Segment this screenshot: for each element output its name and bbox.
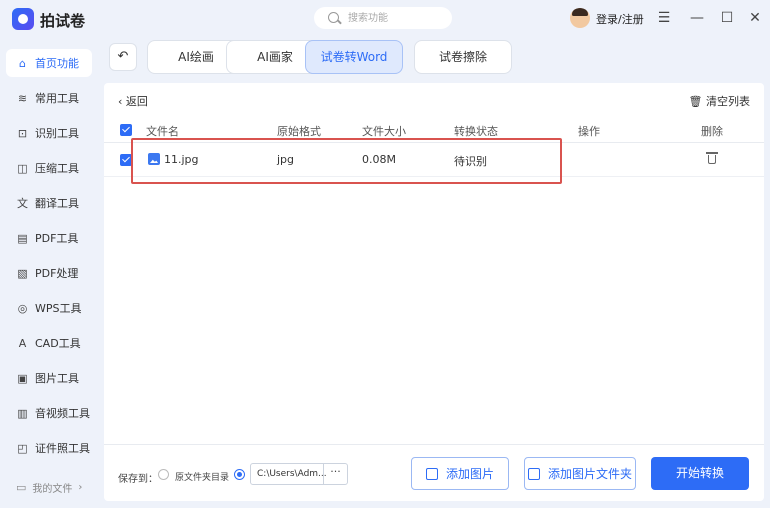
scan-icon: ⊡ <box>17 126 28 140</box>
search-input[interactable] <box>348 10 446 26</box>
sidebar-item-cad-tools[interactable]: A CAD工具 <box>6 329 92 357</box>
sidebar-item-label: 证件照工具 <box>35 442 90 455</box>
translate-icon: 文 <box>17 196 28 210</box>
sidebar-item-pdf-process[interactable]: ▧ PDF处理 <box>6 259 92 287</box>
sidebar-item-id-photo-tools[interactable]: ◰ 证件照工具 <box>6 434 92 462</box>
sidebar-item-label: 音视频工具 <box>35 407 90 420</box>
bottom-bar: 保存到： 原文件夹目录 C:\Users\Adm... ··· 添加图片 添加图… <box>104 444 764 501</box>
home-icon: ⌂ <box>19 56 26 70</box>
cad-icon: A <box>18 336 27 350</box>
login-link[interactable]: 登录/注册 <box>596 11 644 27</box>
column-header-format: 原始格式 <box>277 125 321 138</box>
image-icon: ▣ <box>17 371 28 385</box>
undo-arrow-icon: ↶ <box>117 49 129 64</box>
close-icon[interactable]: ✕ <box>746 9 764 27</box>
column-header-size: 文件大小 <box>362 125 406 138</box>
sidebar-item-wps-tools[interactable]: ◎ WPS工具 <box>6 294 92 322</box>
output-path-field[interactable]: C:\Users\Adm... ··· <box>250 463 348 485</box>
menu-icon[interactable]: ☰ <box>655 9 673 27</box>
column-header-delete: 删除 <box>701 125 723 138</box>
delete-row-icon[interactable] <box>706 151 718 165</box>
folder-icon <box>527 467 540 480</box>
tab-exam-erase[interactable]: 试卷擦除 <box>414 40 512 74</box>
return-link[interactable]: ‹ 返回 <box>118 93 148 109</box>
add-image-button[interactable]: 添加图片 <box>411 457 509 490</box>
sidebar-item-label: 压缩工具 <box>35 162 79 175</box>
sidebar-item-label: 识别工具 <box>35 127 79 140</box>
avatar[interactable] <box>570 8 590 28</box>
chevron-left-icon: ‹ <box>118 95 123 108</box>
add-folder-button[interactable]: 添加图片文件夹 <box>524 457 636 490</box>
layers-icon: ≋ <box>17 91 28 105</box>
trash-icon: 🗑 <box>688 95 703 108</box>
title-bar: 拍试卷 登录/注册 ☰ — ☐ ✕ <box>0 0 770 36</box>
column-header-status: 转换状态 <box>454 125 498 138</box>
sidebar-item-recognition-tools[interactable]: ⊡ 识别工具 <box>6 119 92 147</box>
tab-exam-to-word[interactable]: 试卷转Word <box>305 40 403 74</box>
pdf-icon: ▤ <box>17 231 28 245</box>
wps-icon: ◎ <box>17 301 28 315</box>
sidebar-item-label: 图片工具 <box>35 372 79 385</box>
main-panel: ‹ 返回 🗑 清空列表 文件名 原始格式 文件大小 转换状态 操作 删除 11.… <box>104 83 764 501</box>
select-all-checkbox[interactable] <box>120 124 132 136</box>
chevron-right-icon: › <box>78 482 83 493</box>
sidebar-item-image-tools[interactable]: ▣ 图片工具 <box>6 364 92 392</box>
sidebar-item-home[interactable]: ⌂ 首页功能 <box>6 49 92 77</box>
sidebar-item-label: 首页功能 <box>35 57 79 70</box>
custom-path-radio[interactable] <box>234 469 245 480</box>
search-box[interactable] <box>314 7 452 29</box>
column-header-filename: 文件名 <box>146 125 179 138</box>
save-to-label: 保存到： <box>118 474 158 485</box>
app-logo-icon <box>12 8 34 30</box>
search-icon <box>328 12 339 23</box>
browse-path-button[interactable]: ··· <box>323 464 347 484</box>
my-files-link[interactable]: ▭ 我的文件 › <box>16 480 82 495</box>
app-title: 拍试卷 <box>40 12 86 30</box>
sidebar-item-label: 翻译工具 <box>35 197 79 210</box>
sidebar-item-media-tools[interactable]: ▥ 音视频工具 <box>6 399 92 427</box>
start-convert-button[interactable]: 开始转换 <box>651 457 749 490</box>
source-folder-radio[interactable] <box>158 469 169 480</box>
clear-list-button[interactable]: 🗑 清空列表 <box>689 93 750 109</box>
column-header-actions: 操作 <box>578 125 600 138</box>
pdf-process-icon: ▧ <box>17 266 28 280</box>
compress-icon: ◫ <box>17 161 28 175</box>
sidebar-item-label: PDF处理 <box>35 267 79 280</box>
add-image-label: 添加图片 <box>445 467 494 481</box>
minimize-icon[interactable]: — <box>688 9 706 27</box>
sidebar-item-common-tools[interactable]: ≋ 常用工具 <box>6 84 92 112</box>
source-folder-label: 原文件夹目录 <box>175 473 230 483</box>
folder-icon: ▭ <box>16 481 27 494</box>
return-label: 返回 <box>125 95 148 108</box>
sidebar-item-label: 常用工具 <box>35 92 79 105</box>
add-image-icon <box>425 467 438 480</box>
sidebar-item-translate-tools[interactable]: 文 翻译工具 <box>6 189 92 217</box>
clear-list-label: 清空列表 <box>706 95 750 108</box>
add-folder-label: 添加图片文件夹 <box>547 467 632 481</box>
highlight-box <box>131 138 562 184</box>
sidebar-item-pdf-tools[interactable]: ▤ PDF工具 <box>6 224 92 252</box>
id-photo-icon: ◰ <box>17 441 28 455</box>
sidebar: ⌂ 首页功能 ≋ 常用工具 ⊡ 识别工具 ◫ 压缩工具 文 翻译工具 ▤ PDF… <box>0 36 100 508</box>
back-button[interactable]: ↶ <box>109 43 137 71</box>
media-icon: ▥ <box>17 406 28 420</box>
sidebar-item-label: CAD工具 <box>35 337 81 350</box>
maximize-icon[interactable]: ☐ <box>718 9 736 27</box>
sidebar-item-compress-tools[interactable]: ◫ 压缩工具 <box>6 154 92 182</box>
sidebar-item-label: WPS工具 <box>35 302 82 315</box>
sidebar-item-label: PDF工具 <box>35 232 79 245</box>
my-files-label: 我的文件 <box>32 484 73 495</box>
output-path-value: C:\Users\Adm... <box>257 469 327 479</box>
